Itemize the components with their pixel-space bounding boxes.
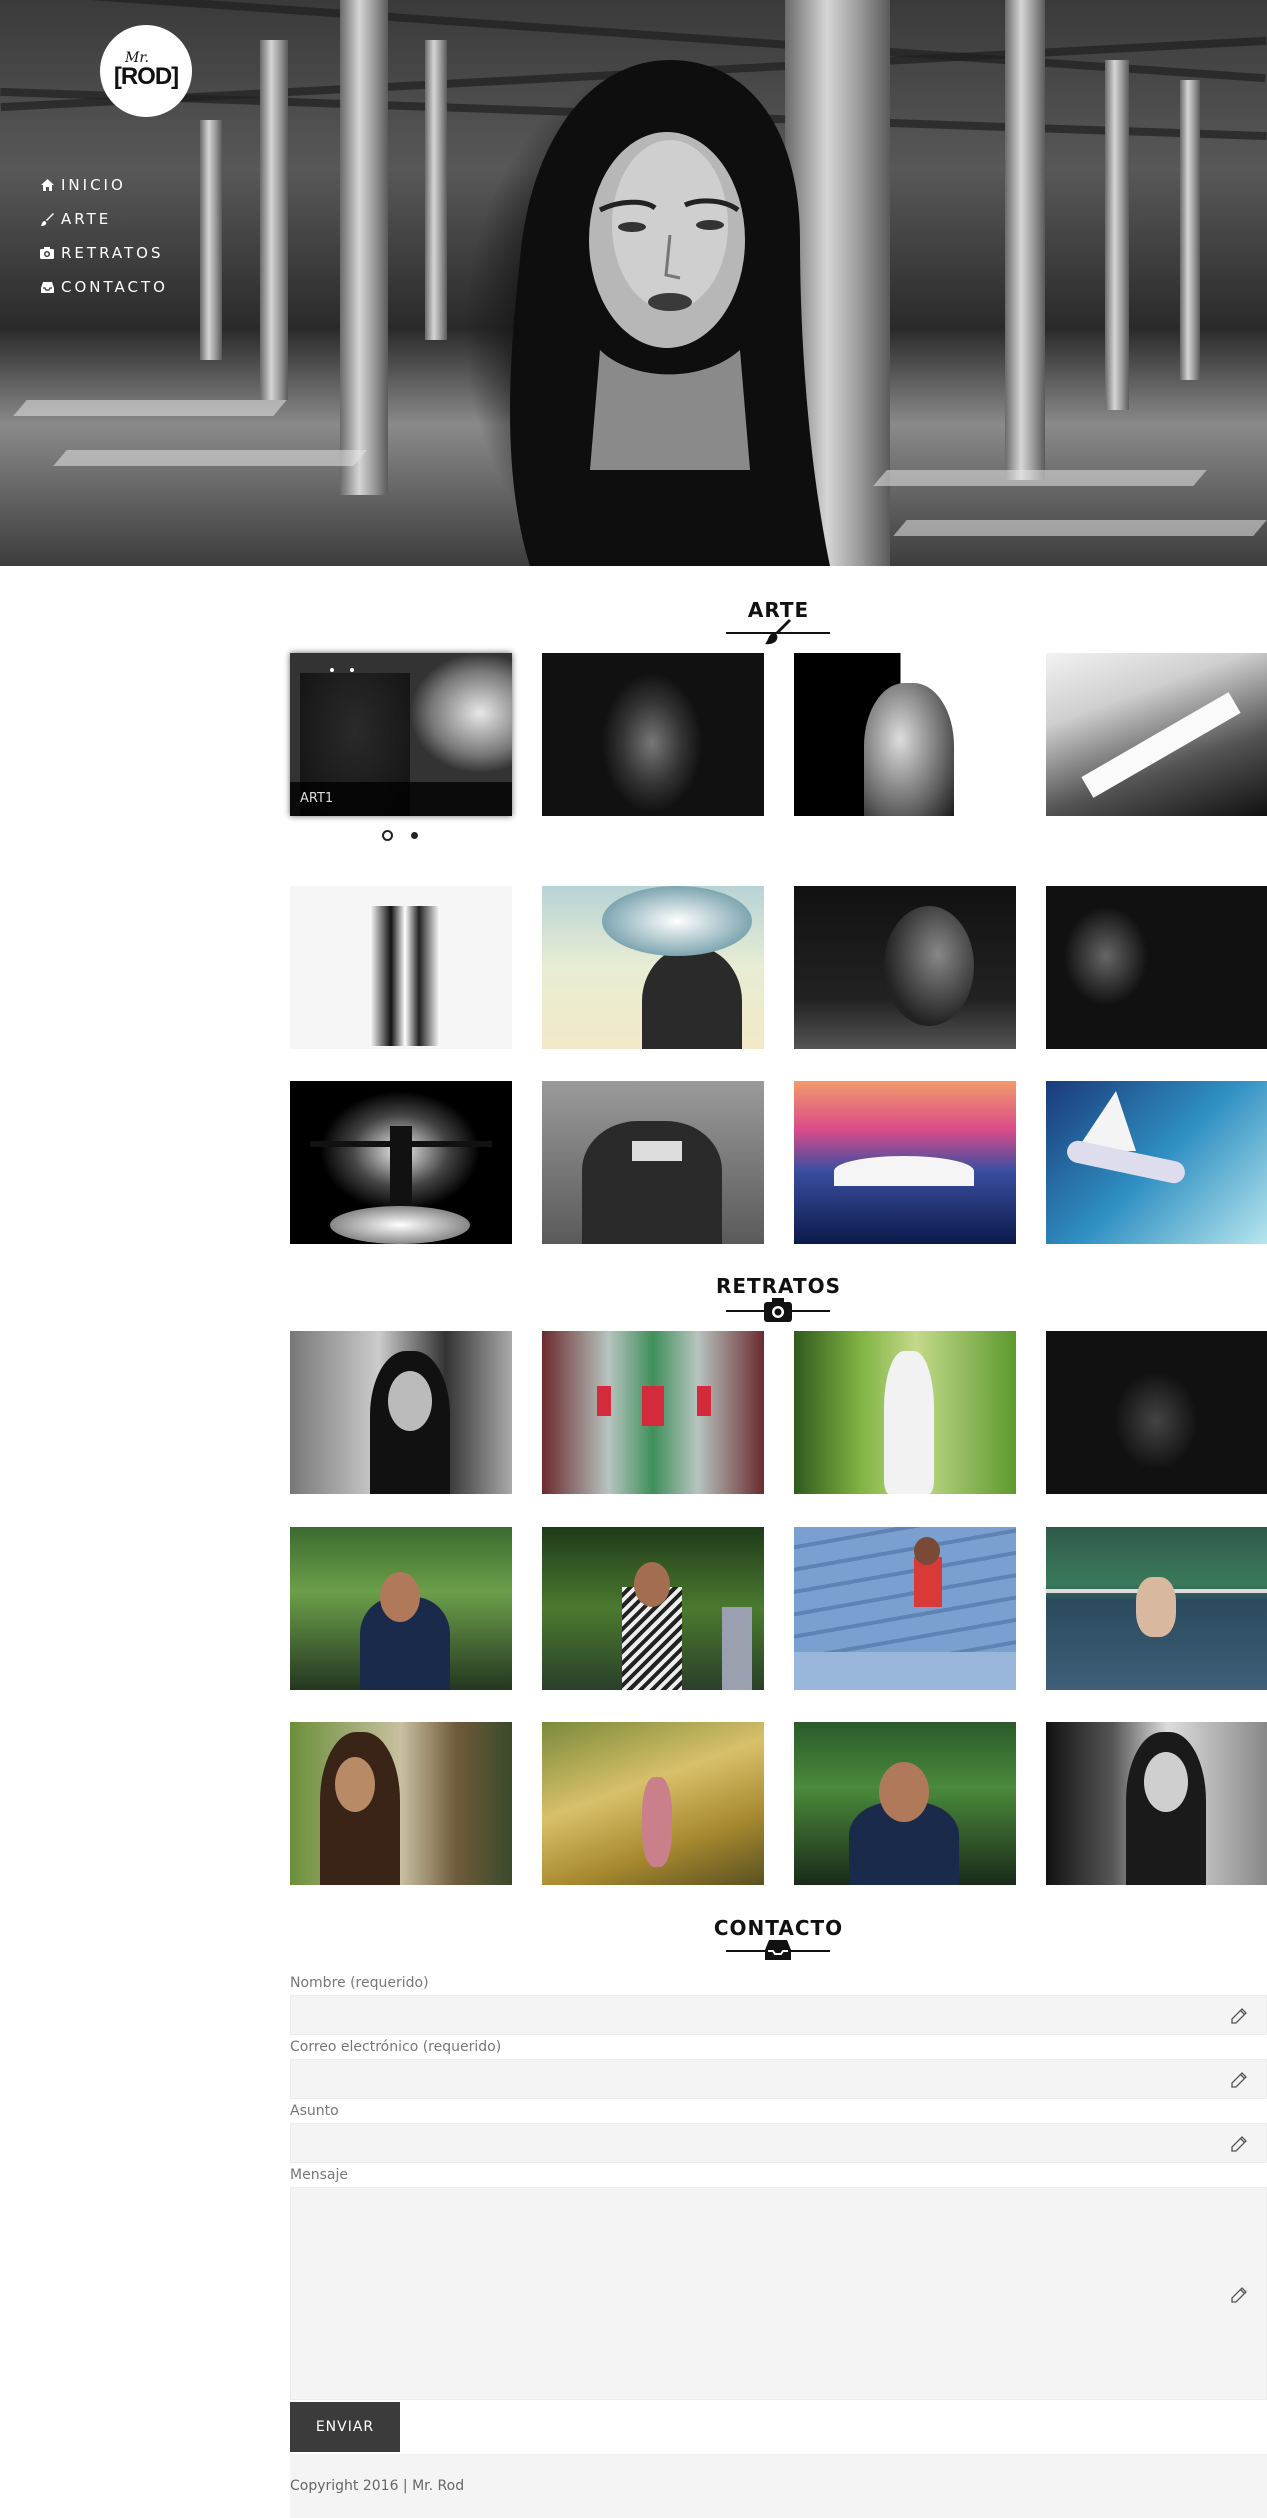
inbox-icon [764,1938,792,1962]
retratos-tile[interactable] [542,1722,764,1885]
arte-tile[interactable] [794,1081,1016,1244]
footer: Copyright 2016 | Mr. Rod [290,2454,1267,2518]
nav-item-retratos[interactable]: RETRATOS [40,236,168,270]
retratos-tile[interactable] [290,1331,512,1494]
nav-item-inicio[interactable]: INICIO [40,168,168,202]
logo-rod: [ROD] [113,63,179,90]
arte-tile[interactable] [290,1081,512,1244]
camera-icon [40,246,54,260]
retratos-tile[interactable] [1046,1722,1267,1885]
asunto-label: Asunto [290,2103,339,2119]
retratos-tile[interactable] [1046,1331,1267,1494]
arte-tile[interactable] [1046,886,1267,1049]
brush-icon [40,212,54,226]
nav-label-contacto: CONTACTO [61,278,168,296]
pencil-icon [1230,2135,1248,2153]
arte-tile[interactable] [1046,1081,1267,1244]
nav-label-inicio: INICIO [61,176,126,194]
retratos-tile[interactable] [542,1527,764,1690]
mensaje-textarea[interactable] [290,2187,1267,2400]
retratos-tile[interactable] [794,1527,1016,1690]
section-title-retratos: RETRATOS [715,1274,842,1298]
main-nav: INICIO ARTE RETRATOS CONTACTO [40,168,168,304]
section-title-contacto: CONTACTO [713,1916,844,1940]
nombre-field[interactable] [290,1995,1267,2035]
retratos-tile[interactable] [1046,1527,1267,1690]
arte-tile[interactable] [290,886,512,1049]
site-logo[interactable]: Mr. [ROD] [100,25,192,117]
arte-tile[interactable] [794,886,1016,1049]
hero-banner: Mr. [ROD] INICIO ARTE RETRATOS CONTACTO [0,0,1267,566]
home-icon [40,178,54,192]
retratos-tile[interactable] [794,1331,1016,1494]
arte-tile[interactable]: ART1 [290,653,512,816]
retratos-tile[interactable] [290,1527,512,1690]
copyright-text: Copyright 2016 | Mr. Rod [290,2478,465,2494]
asunto-field[interactable] [290,2123,1267,2163]
retratos-tile[interactable] [794,1722,1016,1885]
camera-icon [764,1296,792,1324]
enviar-button[interactable]: ENVIAR [290,2402,400,2452]
arte-tile[interactable] [542,1081,764,1244]
carousel-dots [382,830,418,841]
nav-item-arte[interactable]: ARTE [40,202,168,236]
pencil-icon [1230,2071,1248,2089]
inbox-icon [40,280,54,294]
arte-tile[interactable] [542,886,764,1049]
nav-label-arte: ARTE [61,210,112,228]
correo-label: Correo electrónico (requerido) [290,2039,502,2055]
arte-tile[interactable] [794,653,1016,816]
email-field[interactable] [290,2059,1267,2099]
nav-item-contacto[interactable]: CONTACTO [40,270,168,304]
hero-portrait [510,60,830,566]
nombre-label: Nombre (requerido) [290,1975,429,1991]
mensaje-label: Mensaje [290,2167,348,2183]
nav-label-retratos: RETRATOS [61,244,164,262]
carousel-dot-active[interactable] [382,830,393,841]
retratos-tile[interactable] [290,1722,512,1885]
pencil-icon [1230,2007,1248,2025]
arte-tile[interactable] [542,653,764,816]
carousel-dot[interactable] [411,832,418,839]
retratos-tile[interactable] [542,1331,764,1494]
tile-caption: ART1 [290,782,512,816]
pencil-icon [1230,2286,1248,2304]
brush-icon [764,618,792,646]
arte-tile[interactable] [1046,653,1267,816]
